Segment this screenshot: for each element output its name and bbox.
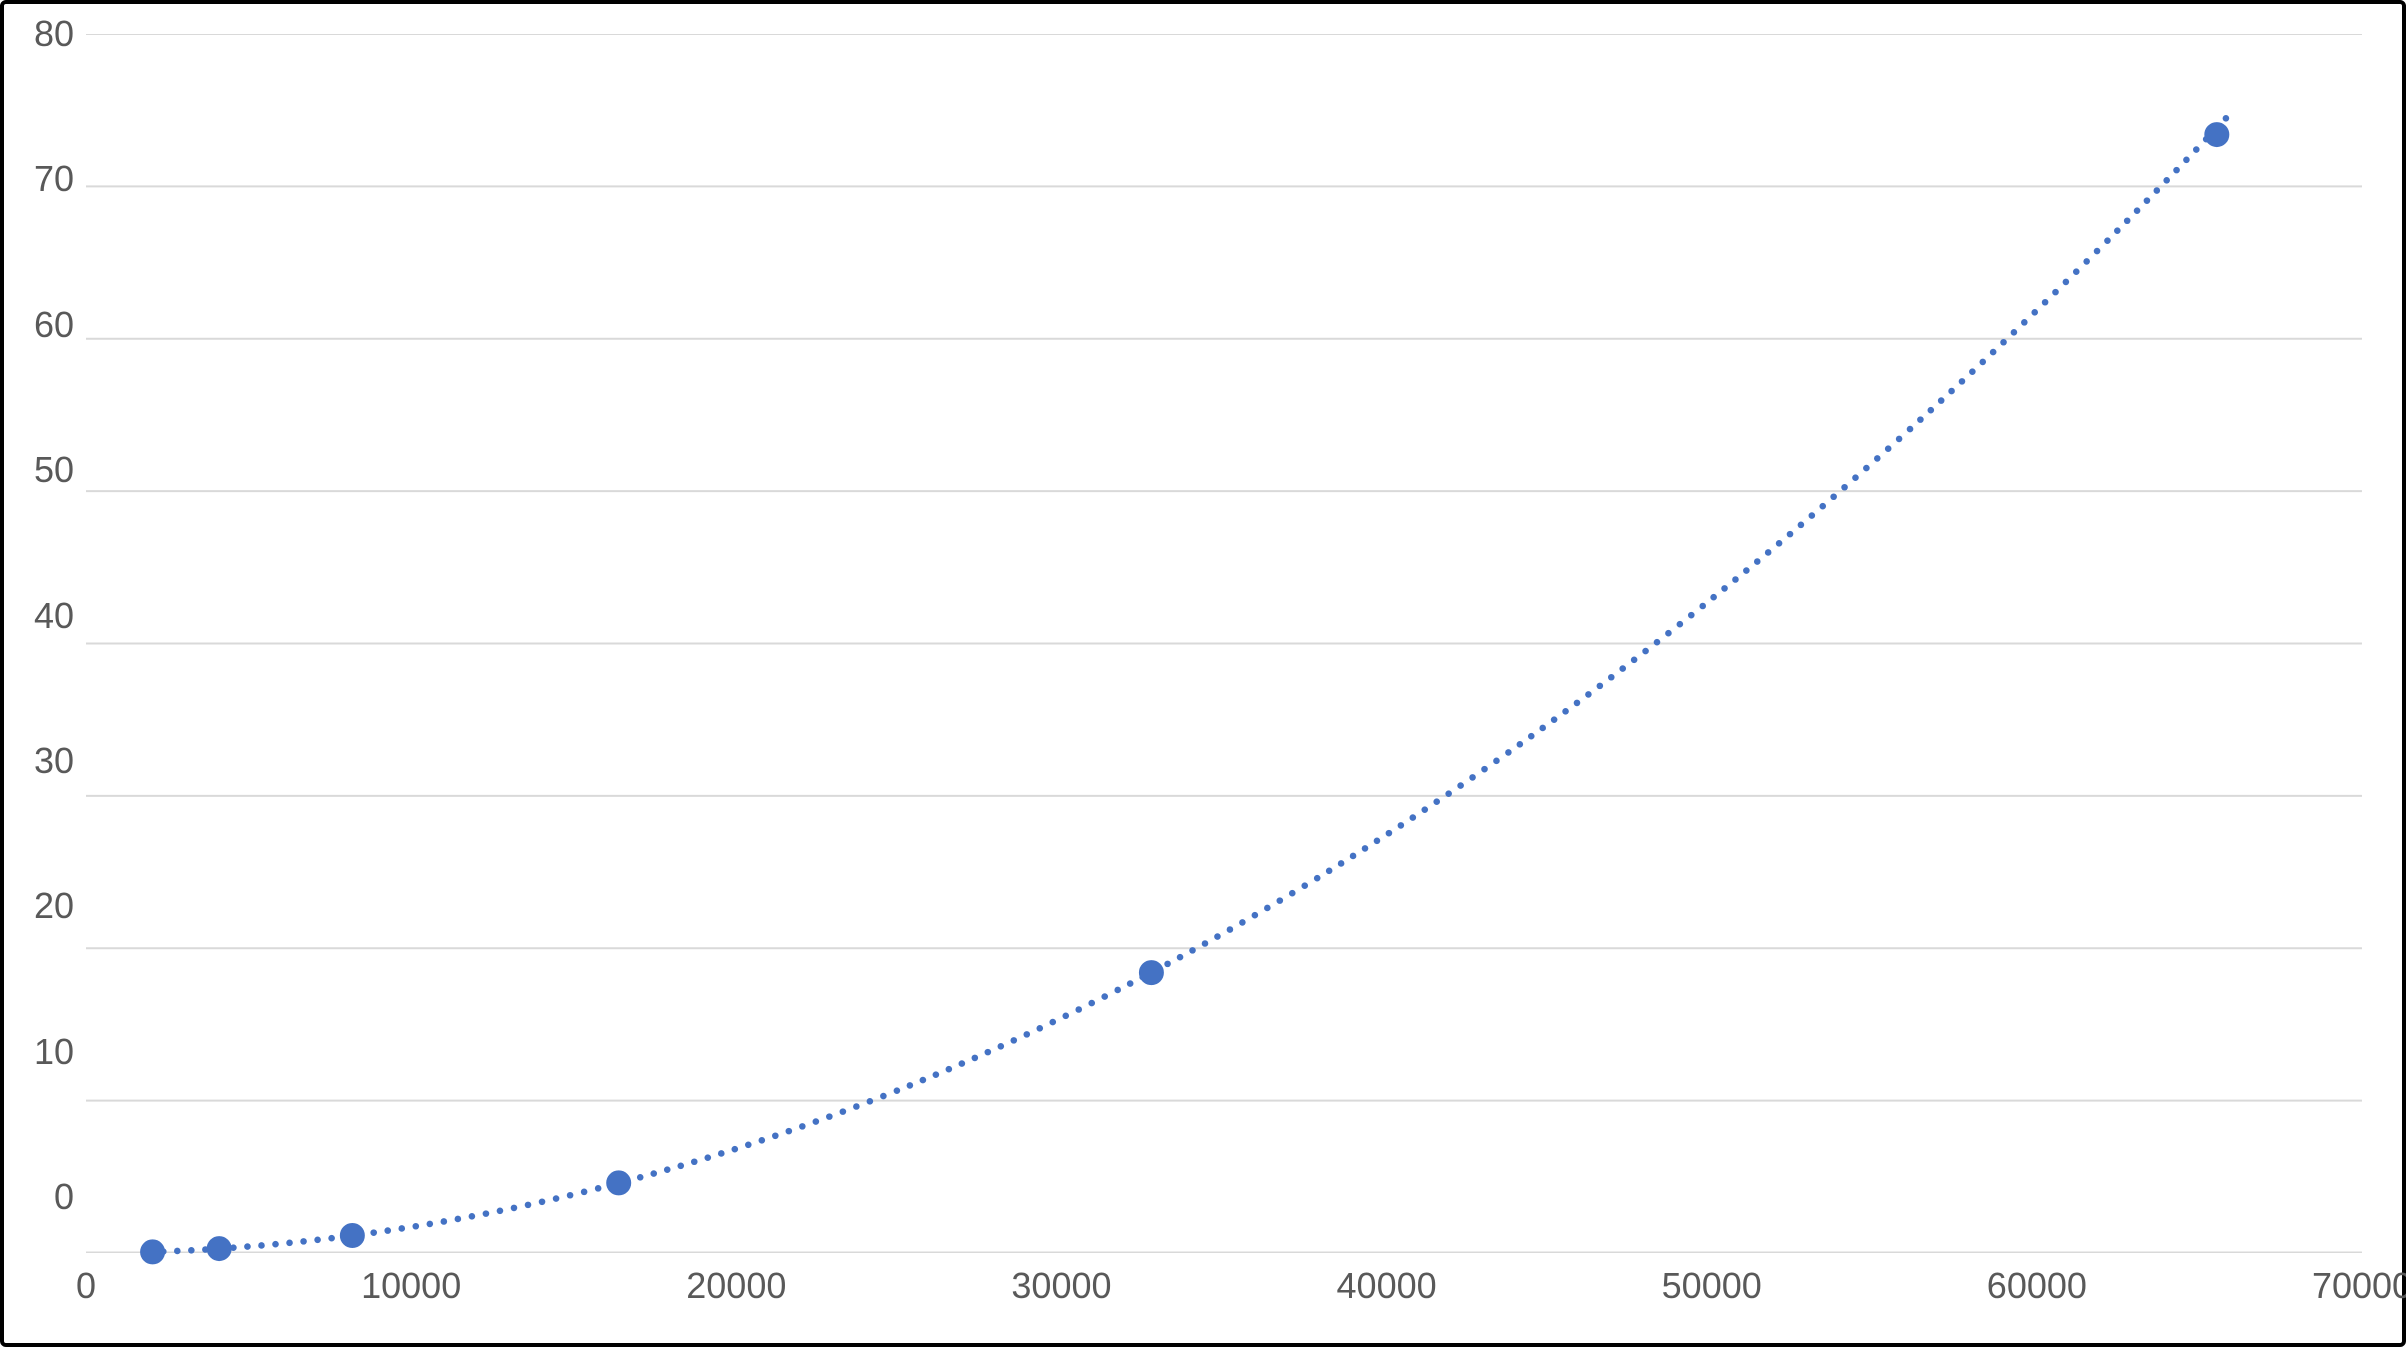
x-axis: 010000200003000040000500006000070000	[86, 1253, 2362, 1323]
trendline	[160, 115, 2229, 1255]
y-tick-label: 20	[34, 888, 74, 924]
data-point	[1139, 961, 1163, 985]
plot-wrapper: 80706050403020100 0100002000030000400005…	[34, 34, 2362, 1323]
y-tick-label: 80	[34, 16, 74, 52]
y-axis: 80 70 60 50 40 30 20 10 0	[34, 16, 86, 1215]
x-tick-label: 60000	[1987, 1265, 2087, 1307]
x-tick-label: 20000	[686, 1265, 786, 1307]
x-tick-label: 40000	[1337, 1265, 1437, 1307]
x-tick-label: 70000	[2312, 1265, 2406, 1307]
y-tick-label: 30	[34, 743, 74, 779]
y-tick-label: 50	[34, 452, 74, 488]
y-tick-label: 70	[34, 161, 74, 197]
data-point	[340, 1223, 364, 1247]
data-point	[2205, 123, 2229, 147]
y-tick-label: 40	[34, 598, 74, 634]
x-tick-label: 30000	[1011, 1265, 1111, 1307]
x-tick-label: 50000	[1662, 1265, 1762, 1307]
y-tick-label: 60	[34, 307, 74, 343]
plot-column: 010000200003000040000500006000070000	[86, 34, 2362, 1323]
x-tick-label: 10000	[361, 1265, 461, 1307]
plot-area	[86, 34, 2362, 1253]
y-tick-label: 0	[54, 1179, 74, 1215]
data-points	[141, 123, 2229, 1264]
marker-layer	[86, 34, 2362, 1253]
chart-container: 80 70 60 50 40 30 20 10 0 0 10000 20000 30000 40000 5…	[0, 0, 2406, 1347]
data-point	[607, 1171, 631, 1195]
x-tick-label: 0	[76, 1265, 96, 1307]
y-tick-label: 10	[34, 1034, 74, 1070]
